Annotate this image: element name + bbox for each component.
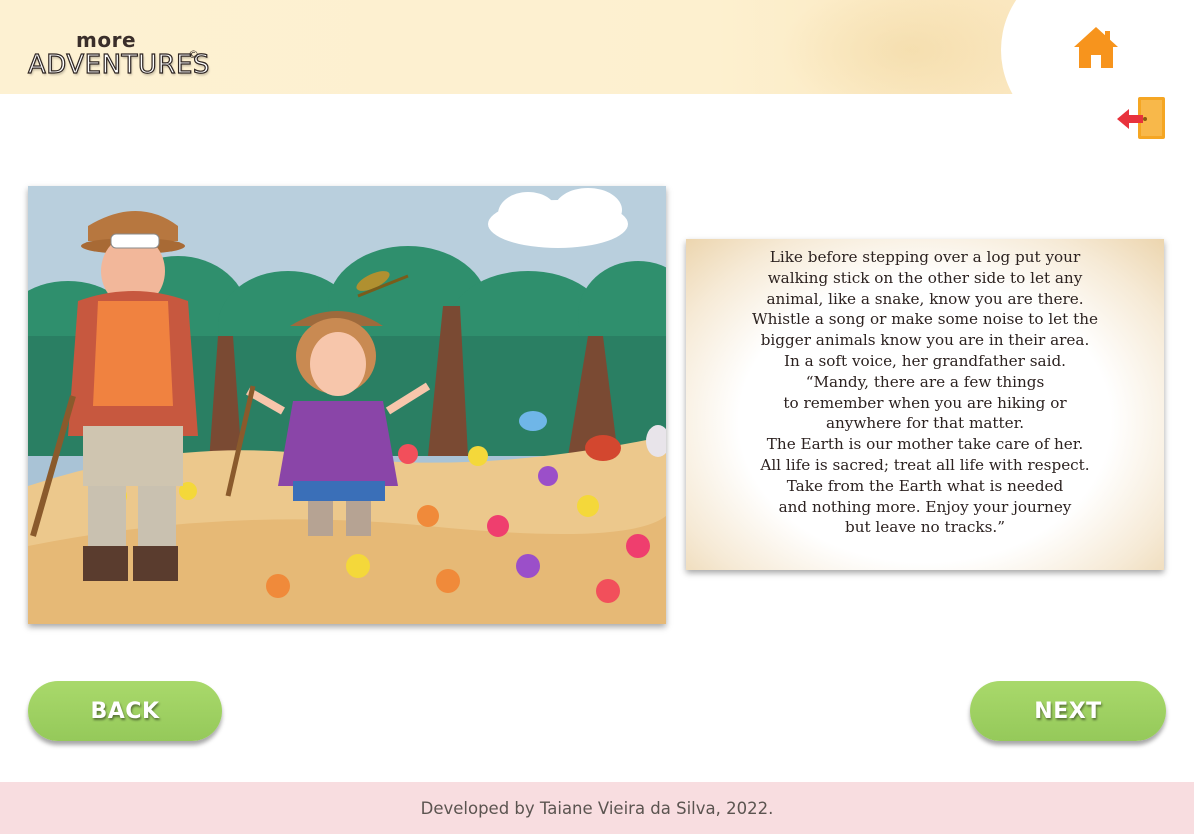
footer-credit: Developed by Taiane Vieira da Silva, 202… [420,798,774,818]
app-logo[interactable]: more ADVENTURES © [27,28,210,84]
story-line: The Earth is our mother take care of her… [766,435,1084,454]
illustration-scene [28,186,666,624]
exit-door-icon [1117,97,1165,139]
story-line: to remember when you are hiking or [783,393,1067,412]
logo-copyright-mark: © [188,48,199,61]
back-button[interactable]: BACK [28,681,222,741]
story-line: but leave no tracks.” [845,518,1005,537]
logo-bottom-text: ADVENTURES [27,49,210,80]
story-line: bigger animals know you are in their are… [760,331,1090,350]
story-line: anywhere for that matter. [825,414,1025,433]
story-line: Like before stepping over a log put your [769,248,1081,266]
next-button[interactable]: NEXT [970,681,1166,741]
story-line: walking stick on the other side to let a… [767,268,1083,287]
story-illustration [28,186,666,624]
story-line: In a soft voice, her grandfather said. [784,351,1066,370]
home-icon [1074,27,1118,68]
home-button[interactable] [1072,25,1120,71]
logo-top-text: more [76,28,137,52]
story-line: Take from the Earth what is needed [786,476,1064,495]
story-line: All life is sacred; treat all life with … [760,455,1090,474]
story-line: and nothing more. Enjoy your journey [778,497,1072,516]
story-text-card: Like before stepping over a log put your… [686,239,1164,570]
story-line: “Mandy, there are a few things [805,372,1045,391]
footer: Developed by Taiane Vieira da Silva, 202… [0,782,1194,834]
story-line: Whistle a song or make some noise to let… [752,310,1098,329]
exit-button[interactable] [1117,95,1167,141]
story-line: animal, like a snake, know you are there… [766,289,1084,308]
